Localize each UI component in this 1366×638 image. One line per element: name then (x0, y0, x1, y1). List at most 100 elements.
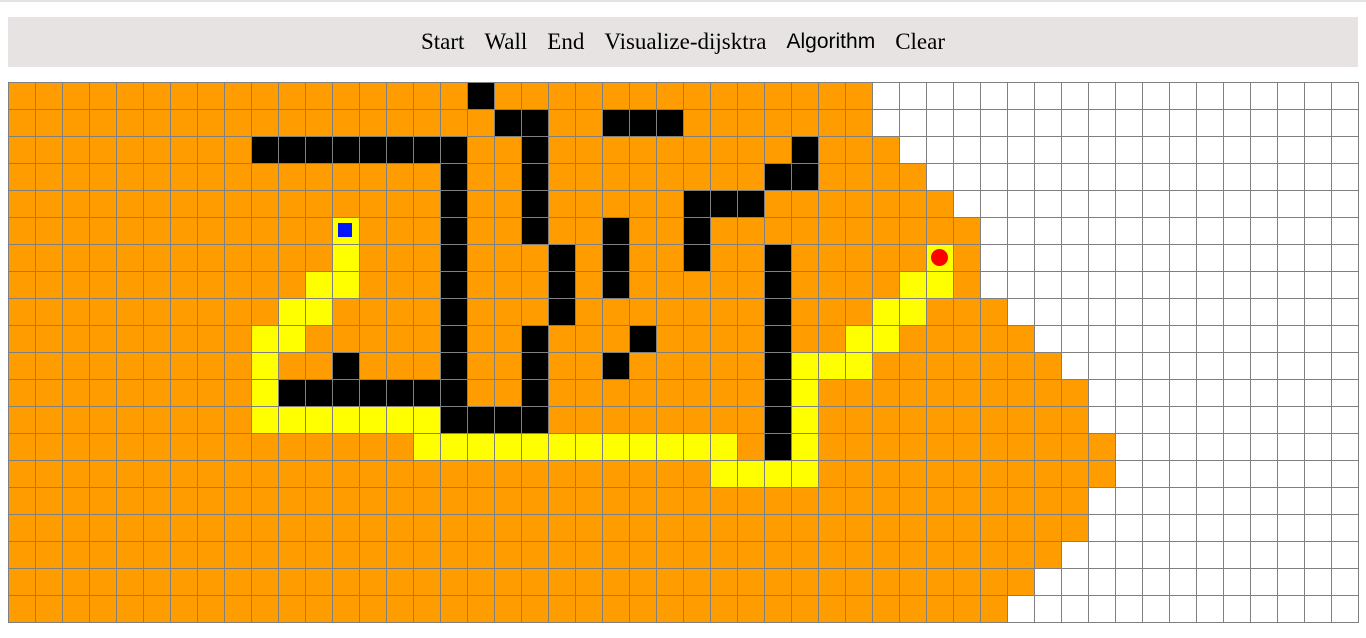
visited-cell[interactable] (711, 137, 738, 164)
visited-cell[interactable] (414, 272, 441, 299)
wall-cell[interactable] (333, 353, 360, 380)
grid-cell[interactable] (1251, 407, 1278, 434)
path-cell[interactable] (279, 299, 306, 326)
visited-cell[interactable] (657, 353, 684, 380)
visited-cell[interactable] (630, 461, 657, 488)
visited-cell[interactable] (144, 542, 171, 569)
visited-cell[interactable] (711, 272, 738, 299)
visited-cell[interactable] (981, 299, 1008, 326)
visited-cell[interactable] (846, 299, 873, 326)
visited-cell[interactable] (36, 596, 63, 623)
visited-cell[interactable] (414, 596, 441, 623)
grid-cell[interactable] (1197, 245, 1224, 272)
visited-cell[interactable] (549, 515, 576, 542)
visited-cell[interactable] (198, 515, 225, 542)
visited-cell[interactable] (900, 542, 927, 569)
grid-cell[interactable] (1251, 380, 1278, 407)
visited-cell[interactable] (603, 542, 630, 569)
visited-cell[interactable] (36, 380, 63, 407)
visited-cell[interactable] (225, 110, 252, 137)
visited-cell[interactable] (63, 596, 90, 623)
path-cell[interactable] (252, 326, 279, 353)
visited-cell[interactable] (684, 272, 711, 299)
visited-cell[interactable] (414, 353, 441, 380)
visited-cell[interactable] (765, 83, 792, 110)
visited-cell[interactable] (576, 83, 603, 110)
visited-cell[interactable] (927, 542, 954, 569)
grid-cell[interactable] (1305, 434, 1332, 461)
visited-cell[interactable] (279, 434, 306, 461)
visited-cell[interactable] (765, 569, 792, 596)
visited-cell[interactable] (657, 461, 684, 488)
visited-cell[interactable] (306, 326, 333, 353)
visited-cell[interactable] (387, 191, 414, 218)
wall-cell[interactable] (792, 164, 819, 191)
visited-cell[interactable] (495, 245, 522, 272)
grid-cell[interactable] (1089, 245, 1116, 272)
visited-cell[interactable] (873, 380, 900, 407)
grid-cell[interactable] (1332, 164, 1359, 191)
visited-cell[interactable] (846, 488, 873, 515)
visited-cell[interactable] (306, 434, 333, 461)
visited-cell[interactable] (927, 515, 954, 542)
visited-cell[interactable] (576, 137, 603, 164)
grid-cell[interactable] (1170, 299, 1197, 326)
visited-cell[interactable] (576, 542, 603, 569)
grid-cell[interactable] (1251, 218, 1278, 245)
visited-cell[interactable] (441, 569, 468, 596)
wall-cell[interactable] (441, 218, 468, 245)
wall-cell[interactable] (387, 137, 414, 164)
visited-cell[interactable] (819, 569, 846, 596)
wall-cell[interactable] (495, 407, 522, 434)
grid-cell[interactable] (1116, 380, 1143, 407)
visited-cell[interactable] (603, 137, 630, 164)
visited-cell[interactable] (414, 515, 441, 542)
grid-cell[interactable] (1170, 326, 1197, 353)
wall-cell[interactable] (684, 191, 711, 218)
visited-cell[interactable] (144, 380, 171, 407)
visited-cell[interactable] (1035, 407, 1062, 434)
visited-cell[interactable] (9, 191, 36, 218)
visited-cell[interactable] (846, 461, 873, 488)
visited-cell[interactable] (954, 542, 981, 569)
grid-cell[interactable] (1089, 110, 1116, 137)
visited-cell[interactable] (9, 299, 36, 326)
grid-cell[interactable] (1116, 542, 1143, 569)
visited-cell[interactable] (360, 569, 387, 596)
visited-cell[interactable] (684, 488, 711, 515)
visited-cell[interactable] (684, 596, 711, 623)
visited-cell[interactable] (36, 218, 63, 245)
visited-cell[interactable] (171, 380, 198, 407)
visited-cell[interactable] (90, 218, 117, 245)
visited-cell[interactable] (630, 596, 657, 623)
grid-cell[interactable] (1143, 542, 1170, 569)
visited-cell[interactable] (981, 569, 1008, 596)
path-cell[interactable] (333, 407, 360, 434)
visited-cell[interactable] (414, 569, 441, 596)
visited-cell[interactable] (468, 569, 495, 596)
visited-cell[interactable] (360, 83, 387, 110)
visited-cell[interactable] (387, 272, 414, 299)
visited-cell[interactable] (549, 137, 576, 164)
visited-cell[interactable] (630, 542, 657, 569)
visited-cell[interactable] (576, 353, 603, 380)
visited-cell[interactable] (900, 380, 927, 407)
grid-cell[interactable] (1035, 245, 1062, 272)
visited-cell[interactable] (144, 353, 171, 380)
visited-cell[interactable] (738, 542, 765, 569)
grid-cell[interactable] (981, 218, 1008, 245)
visited-cell[interactable] (1008, 542, 1035, 569)
visited-cell[interactable] (630, 272, 657, 299)
visited-cell[interactable] (711, 515, 738, 542)
wall-cell[interactable] (468, 407, 495, 434)
visited-cell[interactable] (117, 353, 144, 380)
path-cell[interactable] (387, 407, 414, 434)
visited-cell[interactable] (1089, 434, 1116, 461)
visited-cell[interactable] (333, 191, 360, 218)
path-cell[interactable] (441, 434, 468, 461)
visited-cell[interactable] (576, 569, 603, 596)
visited-cell[interactable] (846, 407, 873, 434)
grid-cell[interactable] (1143, 434, 1170, 461)
grid-cell[interactable] (1197, 434, 1224, 461)
visited-cell[interactable] (252, 272, 279, 299)
